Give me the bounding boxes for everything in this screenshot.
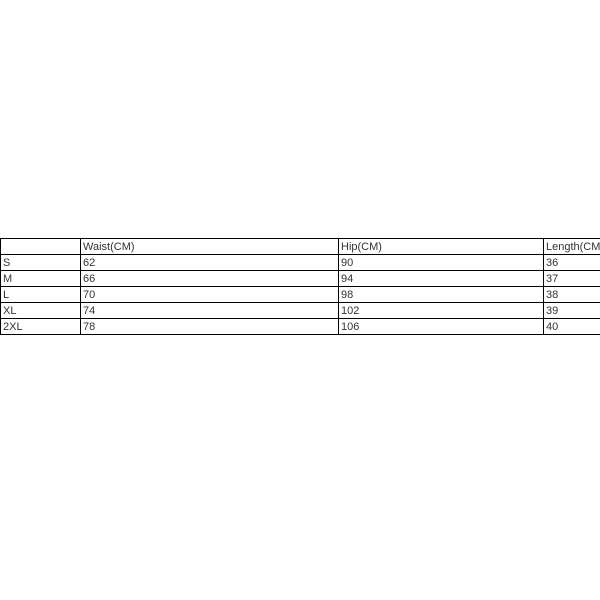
cell-length: 40 — [544, 319, 600, 335]
cell-size: XL — [1, 303, 81, 319]
table-row: L 70 98 38 — [1, 287, 600, 303]
header-size — [1, 239, 81, 255]
cell-hip: 106 — [339, 319, 544, 335]
table-row: M 66 94 37 — [1, 271, 600, 287]
cell-size: 2XL — [1, 319, 81, 335]
header-row: Waist(CM) Hip(CM) Length(CM) — [1, 239, 600, 255]
cell-length: 38 — [544, 287, 600, 303]
table-row: 2XL 78 106 40 — [1, 319, 600, 335]
header-length: Length(CM) — [544, 239, 600, 255]
cell-size: L — [1, 287, 81, 303]
cell-waist: 78 — [81, 319, 339, 335]
cell-waist: 74 — [81, 303, 339, 319]
cell-waist: 62 — [81, 255, 339, 271]
cell-hip: 94 — [339, 271, 544, 287]
table-row: XL 74 102 39 — [1, 303, 600, 319]
cell-hip: 102 — [339, 303, 544, 319]
cell-length: 39 — [544, 303, 600, 319]
header-hip: Hip(CM) — [339, 239, 544, 255]
cell-waist: 66 — [81, 271, 339, 287]
size-table: Waist(CM) Hip(CM) Length(CM) S 62 90 36 … — [0, 238, 600, 335]
cell-waist: 70 — [81, 287, 339, 303]
table-row: S 62 90 36 — [1, 255, 600, 271]
cell-hip: 98 — [339, 287, 544, 303]
cell-length: 36 — [544, 255, 600, 271]
header-waist: Waist(CM) — [81, 239, 339, 255]
cell-length: 37 — [544, 271, 600, 287]
cell-hip: 90 — [339, 255, 544, 271]
size-chart-table: Waist(CM) Hip(CM) Length(CM) S 62 90 36 … — [0, 238, 600, 335]
cell-size: S — [1, 255, 81, 271]
cell-size: M — [1, 271, 81, 287]
